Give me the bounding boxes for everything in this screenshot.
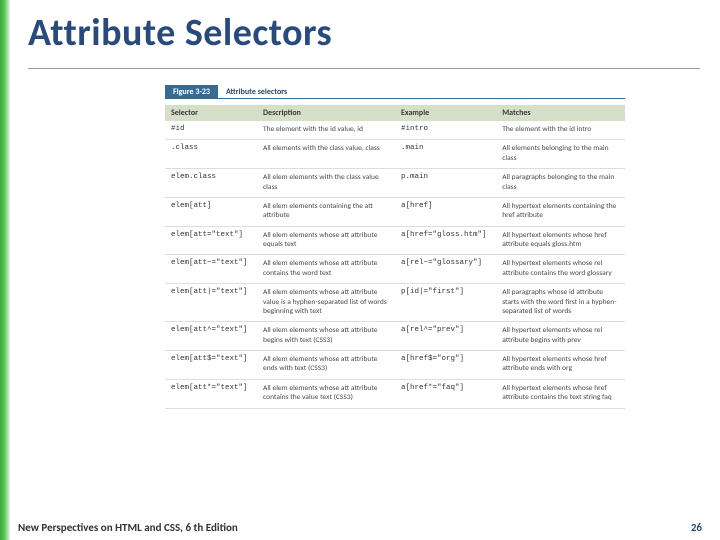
- cell-example: a[href$="org"]: [395, 351, 496, 380]
- table-row: .classAll elements with the class value,…: [165, 140, 625, 169]
- figure-container: Figure 3-23 Attribute selectors Selector…: [165, 85, 625, 409]
- cell-matches: All elements belonging to the main class: [496, 140, 625, 169]
- cell-matches: All hypertext elements whose href attrib…: [496, 226, 625, 255]
- th-description: Description: [257, 105, 395, 121]
- cell-matches: The element with the id intro: [496, 121, 625, 140]
- cell-selector: elem[att$="text"]: [165, 351, 257, 380]
- th-matches: Matches: [496, 105, 625, 121]
- cell-example: a[href]: [395, 197, 496, 226]
- cell-example: a[rel^="prev"]: [395, 322, 496, 351]
- left-accent-bar: [0, 0, 10, 540]
- cell-matches: All paragraphs whose id attribute starts…: [496, 284, 625, 322]
- table-row: elem[att^="text"]All elem elements whose…: [165, 322, 625, 351]
- table-row: elem[att$="text"]All elem elements whose…: [165, 351, 625, 380]
- selectors-table: Selector Description Example Matches #id…: [165, 105, 625, 409]
- cell-matches: All paragraphs belonging to the main cla…: [496, 169, 625, 198]
- cell-selector: elem[att^="text"]: [165, 322, 257, 351]
- cell-description: All elements with the class value, class: [257, 140, 395, 169]
- cell-matches: All hypertext elements containing the hr…: [496, 197, 625, 226]
- cell-matches: All hypertext elements whose rel attribu…: [496, 322, 625, 351]
- cell-description: All elem elements whose att attribute en…: [257, 351, 395, 380]
- cell-example: p[id|="first"]: [395, 284, 496, 322]
- cell-selector: elem.class: [165, 169, 257, 198]
- cell-example: a[href="gloss.htm"]: [395, 226, 496, 255]
- slide-footer: New Perspectives on HTML and CSS, 6 th E…: [0, 521, 720, 540]
- cell-description: The element with the id value, id: [257, 121, 395, 140]
- slide-title: Attribute Selectors: [28, 10, 332, 56]
- cell-description: All elem elements with the class value c…: [257, 169, 395, 198]
- table-header-row: Selector Description Example Matches: [165, 105, 625, 121]
- title-rule: [28, 68, 700, 69]
- page-number: 26: [691, 521, 702, 534]
- table-row: elem[att="text"]All elem elements whose …: [165, 226, 625, 255]
- cell-description: All elem elements whose att attribute va…: [257, 284, 395, 322]
- cell-matches: All hypertext elements whose href attrib…: [496, 351, 625, 380]
- cell-selector: elem[att]: [165, 197, 257, 226]
- cell-description: All elem elements whose att attribute co…: [257, 379, 395, 408]
- cell-description: All elem elements containing the att att…: [257, 197, 395, 226]
- cell-example: .main: [395, 140, 496, 169]
- cell-description: All elem elements whose att attribute eq…: [257, 226, 395, 255]
- figure-caption: Attribute selectors: [218, 85, 625, 99]
- table-row: elem[att|="text"]All elem elements whose…: [165, 284, 625, 322]
- table-row: elem.classAll elem elements with the cla…: [165, 169, 625, 198]
- cell-example: p.main: [395, 169, 496, 198]
- cell-example: a[href*="faq"]: [395, 379, 496, 408]
- th-selector: Selector: [165, 105, 257, 121]
- table-row: elem[att~="text"]All elem elements whose…: [165, 255, 625, 284]
- cell-selector: elem[att="text"]: [165, 226, 257, 255]
- figure-caption-bar: Figure 3-23 Attribute selectors: [165, 85, 625, 99]
- cell-example: #intro: [395, 121, 496, 140]
- table-row: #idThe element with the id value, id#int…: [165, 121, 625, 140]
- cell-selector: .class: [165, 140, 257, 169]
- th-example: Example: [395, 105, 496, 121]
- figure-number: Figure 3-23: [165, 85, 218, 99]
- cell-selector: elem[att|="text"]: [165, 284, 257, 322]
- cell-example: a[rel~="glossary"]: [395, 255, 496, 284]
- cell-selector: #id: [165, 121, 257, 140]
- footer-text: New Perspectives on HTML and CSS, 6 th E…: [18, 521, 238, 534]
- table-row: elem[att]All elem elements containing th…: [165, 197, 625, 226]
- cell-selector: elem[att~="text"]: [165, 255, 257, 284]
- cell-description: All elem elements whose att attribute co…: [257, 255, 395, 284]
- cell-selector: elem[att*="text"]: [165, 379, 257, 408]
- cell-description: All elem elements whose att attribute be…: [257, 322, 395, 351]
- cell-matches: All hypertext elements whose rel attribu…: [496, 255, 625, 284]
- table-row: elem[att*="text"]All elem elements whose…: [165, 379, 625, 408]
- cell-matches: All hypertext elements whose href attrib…: [496, 379, 625, 408]
